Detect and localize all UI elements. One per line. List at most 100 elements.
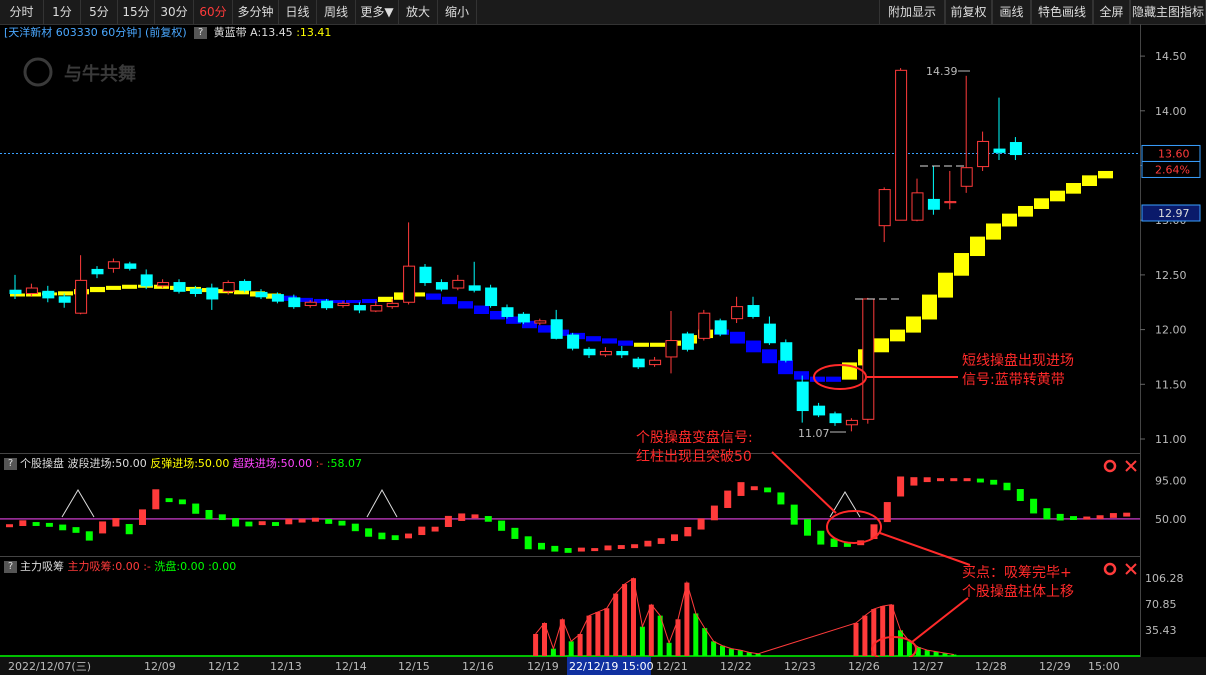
indicator1-bar-24 xyxy=(325,519,333,524)
candle-body-30 xyxy=(501,307,514,317)
indicator1-bar-14 xyxy=(192,503,200,514)
candle-body-7 xyxy=(124,263,137,269)
band-segment-57 xyxy=(906,316,921,333)
price-tick-label-1: 14.00 xyxy=(1155,105,1187,118)
candle-body-33 xyxy=(550,319,563,339)
watermark-text: 与牛共舞 xyxy=(64,63,136,85)
indicator1-bar-0 xyxy=(6,524,13,528)
annotation-main-line2: 信号:蓝带转黄带 xyxy=(962,372,1065,388)
indicator1-bar-53 xyxy=(710,505,718,521)
time-label-15: 12/29 xyxy=(1039,660,1071,673)
band-segment-61 xyxy=(970,236,985,257)
indicator1-bar-80 xyxy=(1070,516,1077,520)
candle-body-45 xyxy=(747,305,760,317)
indicator1-bar-32 xyxy=(431,526,439,532)
indicator2-bar-68 xyxy=(613,593,619,656)
band-segment-47 xyxy=(746,340,761,353)
indicator1-bar-50 xyxy=(671,534,678,541)
band-segment-63 xyxy=(1002,213,1017,227)
indicator1-bar-28 xyxy=(378,532,386,540)
candle-body-32 xyxy=(534,320,547,324)
indicator2-bar-106 xyxy=(951,654,957,656)
indicator2-bar-96 xyxy=(862,615,868,656)
indicator1-bar-73 xyxy=(976,478,984,483)
indicator1-bar-39 xyxy=(524,536,532,550)
band-segment-69 xyxy=(1098,170,1113,179)
price-tick-label-0: 14.50 xyxy=(1155,50,1187,63)
indicator1-bar-54 xyxy=(724,490,732,508)
indicator1-bar-12 xyxy=(165,498,173,503)
indicator2-bar-67 xyxy=(604,608,610,656)
indicator1-bar-36 xyxy=(484,516,492,522)
indicator1-bar-27 xyxy=(365,528,373,537)
candle-body-27 xyxy=(452,279,465,289)
indicator1-bar-59 xyxy=(790,504,798,525)
indicator2-bar-66 xyxy=(595,611,601,656)
band-segment-23 xyxy=(362,298,377,304)
candle-body-59 xyxy=(977,140,990,168)
annotation-ind1-line2: 红柱出现且突破50 xyxy=(636,449,752,465)
candle-body-10 xyxy=(173,282,186,292)
annotation-buy-line2: 个股操盘柱体上移 xyxy=(962,584,1074,600)
indicator1-peak-marker-2 xyxy=(829,491,861,518)
indicator1-bar-9 xyxy=(125,524,133,535)
indicator1-bar-29 xyxy=(391,535,399,541)
band-segment-6 xyxy=(90,286,105,293)
price-tick-label-5: 12.00 xyxy=(1155,324,1187,337)
current-price-label: 13.60 xyxy=(1158,147,1190,160)
candle-body-9 xyxy=(157,282,170,287)
indicator1-bar-22 xyxy=(298,518,306,523)
band-segment-60 xyxy=(954,253,969,276)
band-segment-30 xyxy=(474,305,489,315)
band-segment-62 xyxy=(986,223,1001,240)
candle-body-31 xyxy=(517,313,530,323)
band-segment-55 xyxy=(874,338,889,353)
band-segment-58 xyxy=(922,294,937,320)
candle-body-48 xyxy=(796,381,809,412)
indicator1-bar-77 xyxy=(1030,498,1038,514)
indicator1-tick-0: 95.00 xyxy=(1155,475,1187,488)
candle-body-4 xyxy=(75,279,88,314)
indicator1-bar-46 xyxy=(617,545,625,549)
indicator2-bar-101 xyxy=(906,641,912,656)
panel-close-icon-1 xyxy=(1125,563,1137,575)
candle-body-46 xyxy=(763,323,776,344)
indicator1-bar-19 xyxy=(258,521,266,526)
time-label-6: 12/16 xyxy=(462,660,494,673)
indicator1-bar-72 xyxy=(963,478,971,482)
candle-body-6 xyxy=(107,261,120,269)
candle-body-0 xyxy=(9,289,22,294)
band-segment-39 xyxy=(618,340,633,346)
indicator1-bar-40 xyxy=(538,542,545,550)
indicator2-bar-65 xyxy=(586,615,592,656)
indicator1-bar-75 xyxy=(1003,482,1011,491)
annotation-main-line1: 短线操盘出现进场 xyxy=(962,353,1074,369)
time-label-5: 12/15 xyxy=(398,660,430,673)
indicator1-bar-7 xyxy=(99,521,107,534)
candle-body-54 xyxy=(895,69,908,221)
candle-body-51 xyxy=(845,419,858,426)
candle-body-44 xyxy=(731,306,744,320)
band-segment-38 xyxy=(602,338,617,344)
candle-body-28 xyxy=(468,285,481,291)
candle-body-15 xyxy=(255,291,268,298)
candle-body-43 xyxy=(714,320,727,335)
band-segment-56 xyxy=(890,329,905,342)
indicator1-bar-58 xyxy=(777,492,785,505)
band-segment-66 xyxy=(1050,190,1065,202)
indicator1-peak-marker-1 xyxy=(366,488,398,518)
candle-body-40 xyxy=(665,340,678,358)
indicator1-bar-11 xyxy=(152,489,160,510)
candle-body-52 xyxy=(862,298,875,420)
candle-body-23 xyxy=(386,302,399,308)
time-label-10: 12/22 xyxy=(720,660,752,673)
time-label-14: 12/28 xyxy=(975,660,1007,673)
indicator2-bar-79 xyxy=(711,641,717,656)
time-label-16: 15:00 xyxy=(1088,660,1120,673)
price-tick-label-7: 11.00 xyxy=(1155,433,1187,446)
indicator1-bar-34 xyxy=(458,513,466,521)
low-price-label: 11.07 xyxy=(798,427,830,440)
indicator2-bar-69 xyxy=(622,584,628,656)
candle-body-42 xyxy=(698,312,711,339)
change-pct-label: 2.64% xyxy=(1155,163,1190,176)
